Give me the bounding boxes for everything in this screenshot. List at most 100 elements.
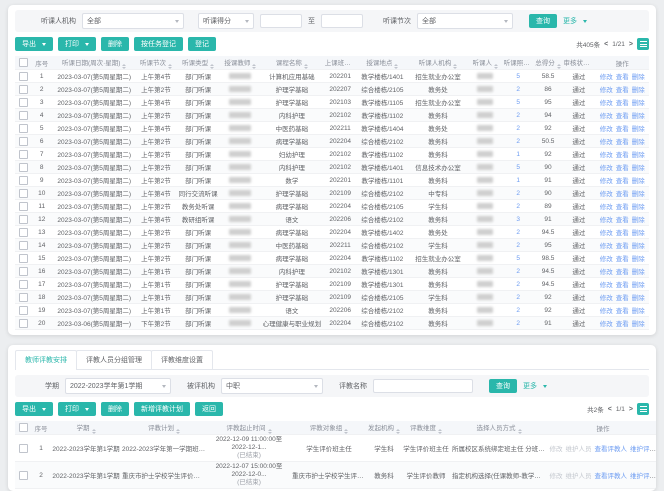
score-type-select[interactable]: 听课得分 xyxy=(198,13,254,29)
row-op-修改-link[interactable]: 修改 xyxy=(600,87,613,94)
row-op-查看-link[interactable]: 查看 xyxy=(616,152,629,159)
photo-count-link[interactable]: 2 xyxy=(516,125,520,132)
photo-count-link[interactable]: 2 xyxy=(516,320,520,327)
session-select[interactable]: 全部 xyxy=(417,13,513,29)
tab-教师评教安排[interactable]: 教师评教安排 xyxy=(15,350,77,369)
row-op-删除-link[interactable]: 删除 xyxy=(632,243,645,250)
photo-count-link[interactable]: 2 xyxy=(516,242,520,249)
row-op-删除-link[interactable]: 删除 xyxy=(632,295,645,302)
sort-icon[interactable] xyxy=(168,64,172,69)
row-op-查看-link[interactable]: 查看 xyxy=(616,126,629,133)
listener-org-select[interactable]: 全部 xyxy=(82,13,184,29)
row-op-查看-link[interactable]: 查看 xyxy=(616,308,629,315)
row-op-删除-link[interactable]: 删除 xyxy=(632,126,645,133)
photo-count-link[interactable]: 2 xyxy=(516,190,520,197)
evaluation-next-page-button[interactable]: > xyxy=(629,406,633,413)
sort-icon[interactable] xyxy=(494,64,498,69)
row-op-修改-link[interactable]: 修改 xyxy=(600,165,613,172)
row-op-删除-link[interactable]: 删除 xyxy=(632,100,645,107)
row-op-维护人员-link[interactable]: 维护人员 xyxy=(566,446,592,453)
photo-count-link[interactable]: 2 xyxy=(516,307,520,314)
row-op-查看评教人-link[interactable]: 查看评教人 xyxy=(595,473,628,480)
photo-count-link[interactable]: 2 xyxy=(516,138,520,145)
row-op-修改-link[interactable]: 修改 xyxy=(600,230,613,237)
photo-count-link[interactable]: 2 xyxy=(516,203,520,210)
export-button[interactable]: 导出 xyxy=(15,37,53,51)
score-to-input[interactable] xyxy=(321,14,363,28)
row-checkbox[interactable] xyxy=(19,163,28,172)
back-button[interactable]: 返回 xyxy=(195,402,223,416)
row-op-修改-link[interactable]: 修改 xyxy=(550,446,563,453)
photo-count-link[interactable]: 1 xyxy=(516,151,520,158)
select-all-checkbox[interactable] xyxy=(19,423,28,432)
add-evaluation-plan-button[interactable]: 新增评教计划 xyxy=(134,402,190,416)
row-op-维护人员-link[interactable]: 维护人员 xyxy=(566,473,592,480)
sort-icon[interactable] xyxy=(122,64,126,69)
sort-icon[interactable] xyxy=(591,64,595,69)
more-filters-link[interactable]: 更多 xyxy=(563,16,587,26)
row-op-修改-link[interactable]: 修改 xyxy=(600,126,613,133)
row-op-删除-link[interactable]: 删除 xyxy=(632,321,645,328)
sort-icon[interactable] xyxy=(176,429,180,434)
row-checkbox[interactable] xyxy=(19,306,28,315)
sort-icon[interactable] xyxy=(438,429,442,434)
row-op-删除-link[interactable]: 删除 xyxy=(632,87,645,94)
evaluation-delete-button[interactable]: 删除 xyxy=(101,402,129,416)
row-op-维护评教人员方式-link[interactable]: 维护评教人员方式 xyxy=(630,473,656,480)
row-op-查看-link[interactable]: 查看 xyxy=(616,87,629,94)
register-by-task-button[interactable]: 按任务登记 xyxy=(134,37,183,51)
row-op-修改-link[interactable]: 修改 xyxy=(600,191,613,198)
sort-icon[interactable] xyxy=(210,64,214,69)
row-op-删除-link[interactable]: 删除 xyxy=(632,282,645,289)
sort-icon[interactable] xyxy=(252,64,256,69)
row-op-查看-link[interactable]: 查看 xyxy=(616,100,629,107)
photo-count-link[interactable]: 2 xyxy=(516,112,520,119)
row-op-删除-link[interactable]: 删除 xyxy=(632,191,645,198)
term-select[interactable]: 2022-2023学年第1学期 xyxy=(65,378,171,394)
row-op-删除-link[interactable]: 删除 xyxy=(632,165,645,172)
row-op-删除-link[interactable]: 删除 xyxy=(632,308,645,315)
row-op-修改-link[interactable]: 修改 xyxy=(600,100,613,107)
row-checkbox[interactable] xyxy=(19,189,28,198)
evaluated-org-select[interactable]: 中职 xyxy=(221,378,323,394)
evaluation-print-button[interactable]: 打印 xyxy=(58,402,96,416)
row-op-修改-link[interactable]: 修改 xyxy=(600,256,613,263)
row-checkbox[interactable] xyxy=(19,111,28,120)
row-op-查看-link[interactable]: 查看 xyxy=(616,256,629,263)
row-op-删除-link[interactable]: 删除 xyxy=(632,230,645,237)
sort-icon[interactable] xyxy=(557,64,561,69)
row-op-修改-link[interactable]: 修改 xyxy=(600,243,613,250)
row-op-查看-link[interactable]: 查看 xyxy=(616,113,629,120)
row-op-查看-link[interactable]: 查看 xyxy=(616,243,629,250)
evaluation-prev-page-button[interactable]: < xyxy=(608,406,612,413)
row-op-查看-link[interactable]: 查看 xyxy=(616,282,629,289)
row-op-修改-link[interactable]: 修改 xyxy=(600,295,613,302)
row-op-修改-link[interactable]: 修改 xyxy=(600,152,613,159)
row-checkbox[interactable] xyxy=(19,319,28,328)
photo-count-link[interactable]: 2 xyxy=(516,86,520,93)
photo-count-link[interactable]: 2 xyxy=(516,268,520,275)
row-op-删除-link[interactable]: 删除 xyxy=(632,256,645,263)
search-button[interactable]: 查询 xyxy=(529,14,557,28)
row-op-删除-link[interactable]: 删除 xyxy=(632,139,645,146)
row-op-修改-link[interactable]: 修改 xyxy=(600,113,613,120)
plan-name-input[interactable] xyxy=(373,379,473,393)
row-op-查看-link[interactable]: 查看 xyxy=(616,321,629,328)
next-page-button[interactable]: > xyxy=(629,41,633,48)
sort-icon[interactable] xyxy=(353,64,357,69)
row-op-修改-link[interactable]: 修改 xyxy=(600,321,613,328)
row-op-删除-link[interactable]: 删除 xyxy=(632,178,645,185)
row-op-修改-link[interactable]: 修改 xyxy=(550,473,563,480)
row-op-查看评教人-link[interactable]: 查看评教人 xyxy=(595,446,628,453)
row-checkbox[interactable] xyxy=(19,124,28,133)
score-from-input[interactable] xyxy=(260,14,302,28)
select-all-checkbox[interactable] xyxy=(19,58,28,67)
tab-评教人员分组管理[interactable]: 评教人员分组管理 xyxy=(76,350,152,369)
row-op-删除-link[interactable]: 删除 xyxy=(632,152,645,159)
photo-count-link[interactable]: 1 xyxy=(516,177,520,184)
sort-icon[interactable] xyxy=(396,429,400,434)
row-checkbox[interactable] xyxy=(19,293,28,302)
row-op-查看-link[interactable]: 查看 xyxy=(616,178,629,185)
row-checkbox[interactable] xyxy=(19,72,28,81)
photo-count-link[interactable]: 5 xyxy=(516,99,520,106)
